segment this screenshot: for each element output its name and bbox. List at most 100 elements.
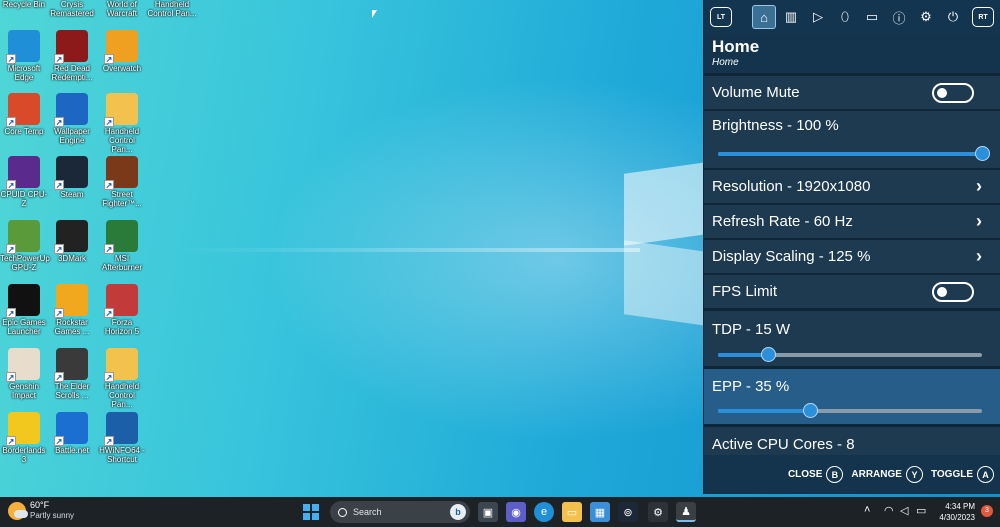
- brightness-slider[interactable]: [718, 146, 990, 161]
- arrange-label: ARRANGE: [851, 469, 902, 480]
- play-tab-icon[interactable]: ▷: [806, 5, 830, 29]
- volume-mute-label: Volume Mute: [712, 84, 800, 101]
- tdp-row[interactable]: TDP - 15 W: [704, 311, 1000, 367]
- shortcut-arrow-icon: ↗: [6, 244, 16, 254]
- resolution-row[interactable]: Resolution - 1920x1080 ›: [704, 170, 1000, 204]
- desktop-icon[interactable]: ↗ Overwatch: [98, 30, 146, 73]
- task-view-icon[interactable]: ▣: [478, 502, 498, 522]
- desktop-icon[interactable]: ↗ TechPowerUp GPU-Z: [0, 220, 50, 272]
- mouse-tab-icon[interactable]: ⬯: [833, 5, 857, 29]
- edge-taskbar-icon[interactable]: e: [534, 502, 554, 522]
- desktop-icon[interactable]: ↗ CPUID CPU-Z: [0, 156, 48, 208]
- weather-widget[interactable]: 60°F Partly sunny: [8, 500, 74, 521]
- toggle-button[interactable]: TOGGLE A: [931, 466, 994, 483]
- settings-list: Volume Mute Brightness - 100 % Resolutio…: [704, 73, 1000, 455]
- shortcut-arrow-icon: ↗: [54, 117, 64, 127]
- brightness-slider-fill: [718, 152, 982, 156]
- notification-badge[interactable]: 3: [981, 505, 993, 517]
- close-button[interactable]: CLOSE B: [788, 466, 847, 483]
- resolution-label: Resolution - 1920x1080: [712, 178, 871, 195]
- tdp-slider-thumb[interactable]: [761, 347, 777, 362]
- fps-limit-toggle[interactable]: [932, 282, 974, 302]
- wallpaper-logo-lower: [624, 240, 706, 326]
- wallpaper-light-beam: [180, 248, 640, 252]
- home-tab-icon[interactable]: ⌂: [752, 5, 776, 29]
- taskbar-search[interactable]: Search b: [330, 501, 470, 523]
- settings-taskbar-icon[interactable]: ⚙: [648, 502, 668, 522]
- shortcut-arrow-icon: ↗: [104, 244, 114, 254]
- shortcut-arrow-icon: ↗: [104, 180, 114, 190]
- desktop-icon-label: TechPowerUp GPU-Z: [0, 254, 50, 272]
- chevron-right-icon: ›: [976, 211, 982, 231]
- shortcut-arrow-icon: ↗: [104, 308, 114, 318]
- desktop-icon[interactable]: ↗ The Elder Scrolls ...: [48, 348, 96, 400]
- page-title: Home: [712, 37, 760, 56]
- wifi-icon[interactable]: ◠: [884, 504, 894, 517]
- settings-tab-icon[interactable]: ⚙: [914, 5, 938, 29]
- panel-header: Home Home: [704, 34, 1000, 73]
- photos-icon[interactable]: ▦: [590, 502, 610, 522]
- handheld-control-panel-taskbar-icon[interactable]: ♟: [676, 502, 696, 522]
- desktop-icon[interactable]: ↗ Handheld Control Pan...: [98, 93, 146, 154]
- arrange-button[interactable]: ARRANGE Y: [851, 466, 927, 483]
- desktop-icon[interactable]: ↗ Genshin Impact: [0, 348, 48, 400]
- desktop-icon[interactable]: ↗ Rockstar Games ...: [48, 284, 96, 336]
- desktop-icon[interactable]: ↗ Core Temp: [0, 93, 48, 136]
- desktop-icon[interactable]: ↗ Epic Games Launcher: [0, 284, 48, 336]
- battery-icon[interactable]: ▭: [916, 504, 926, 517]
- power-tab-icon[interactable]: ⏻: [941, 5, 965, 29]
- chevron-right-icon: ›: [976, 176, 982, 196]
- page-subtitle: Home: [712, 57, 739, 68]
- desktop-icon-label: Borderlands 3: [2, 446, 46, 464]
- volume-icon[interactable]: ◁: [900, 504, 908, 517]
- desktop-icon[interactable]: ↗ Street Fighter™...: [98, 156, 146, 208]
- desktop-icon[interactable]: ↗ Handheld Control Pan...: [98, 348, 146, 409]
- brightness-slider-thumb[interactable]: [975, 146, 990, 161]
- epp-slider[interactable]: [718, 403, 982, 418]
- epp-label: EPP - 35 %: [712, 378, 790, 395]
- display-scaling-row[interactable]: Display Scaling - 125 % ›: [704, 240, 1000, 274]
- info-tab-icon[interactable]: ⓘ: [887, 5, 911, 29]
- desktop-icon[interactable]: ↗ Red Dead Redempti...: [48, 30, 96, 82]
- handheld-control-panel: LT ⌂ ▥ ▷ ⬯ ▭ ⓘ ⚙ ⏻ RT Home Home Volume M…: [703, 0, 1000, 494]
- desktop-icon[interactable]: ↗ MSI Afterburner: [98, 220, 146, 272]
- volume-mute-toggle[interactable]: [932, 83, 974, 103]
- genshin-icon: ↗: [6, 348, 40, 382]
- taskbar-clock[interactable]: 4:34 PM 4/30/2023: [935, 501, 975, 523]
- epp-slider-thumb[interactable]: [803, 403, 819, 418]
- show-hidden-icons-icon[interactable]: ˄: [864, 504, 870, 516]
- cpu-cores-row[interactable]: Active CPU Cores - 8: [704, 427, 1000, 455]
- desktop-icon[interactable]: ↗ Borderlands 3: [0, 412, 48, 464]
- shortcut-arrow-icon: ↗: [54, 308, 64, 318]
- hwinfo-icon: ↗: [104, 412, 138, 446]
- start-tile: [303, 513, 310, 520]
- desktop-icon-handheld-top-label[interactable]: Handheld Control Pan...: [142, 0, 202, 18]
- file-explorer-icon[interactable]: ▭: [562, 502, 582, 522]
- taskbar: 60°F Partly sunny Search b ▣ ◉ e ▭ ▦ ⊚ ⚙…: [0, 497, 1000, 527]
- desktop-icon[interactable]: ↗ Wallpaper Engine: [48, 93, 96, 145]
- search-placeholder: Search: [353, 507, 382, 517]
- tdp-slider[interactable]: [718, 347, 982, 362]
- desktop-icon[interactable]: ↗ Microsoft Edge: [0, 30, 48, 82]
- brightness-row[interactable]: Brightness - 100 %: [704, 111, 1000, 169]
- desktop-icon[interactable]: ↗ 3DMark: [48, 220, 96, 263]
- desktop-icon[interactable]: ↗ Steam: [48, 156, 96, 199]
- bing-chat-icon[interactable]: b: [450, 504, 466, 520]
- desktop-icon[interactable]: ↗ Battle.net: [48, 412, 96, 455]
- epp-row[interactable]: EPP - 35 %: [704, 369, 1000, 425]
- start-button[interactable]: [303, 504, 319, 520]
- steam-taskbar-icon[interactable]: ⊚: [618, 502, 638, 522]
- lt-bumper-icon[interactable]: LT: [710, 7, 732, 27]
- rt-bumper-icon[interactable]: RT: [972, 7, 994, 27]
- desktop-icon[interactable]: ↗ HWiNFO64 - Shortcut: [98, 412, 146, 464]
- refresh-rate-row[interactable]: Refresh Rate - 60 Hz ›: [704, 205, 1000, 239]
- fps-limit-row[interactable]: FPS Limit: [704, 275, 1000, 309]
- shortcut-arrow-icon: ↗: [104, 436, 114, 446]
- controller-tab-icon[interactable]: ▭: [860, 5, 884, 29]
- library-tab-icon[interactable]: ▥: [779, 5, 803, 29]
- toggle-knob: [937, 88, 947, 98]
- desktop-icon[interactable]: ↗ Forza Horizon 5: [98, 284, 146, 336]
- shortcut-arrow-icon: ↗: [6, 54, 16, 64]
- chat-icon[interactable]: ◉: [506, 502, 526, 522]
- volume-mute-row[interactable]: Volume Mute: [704, 76, 1000, 110]
